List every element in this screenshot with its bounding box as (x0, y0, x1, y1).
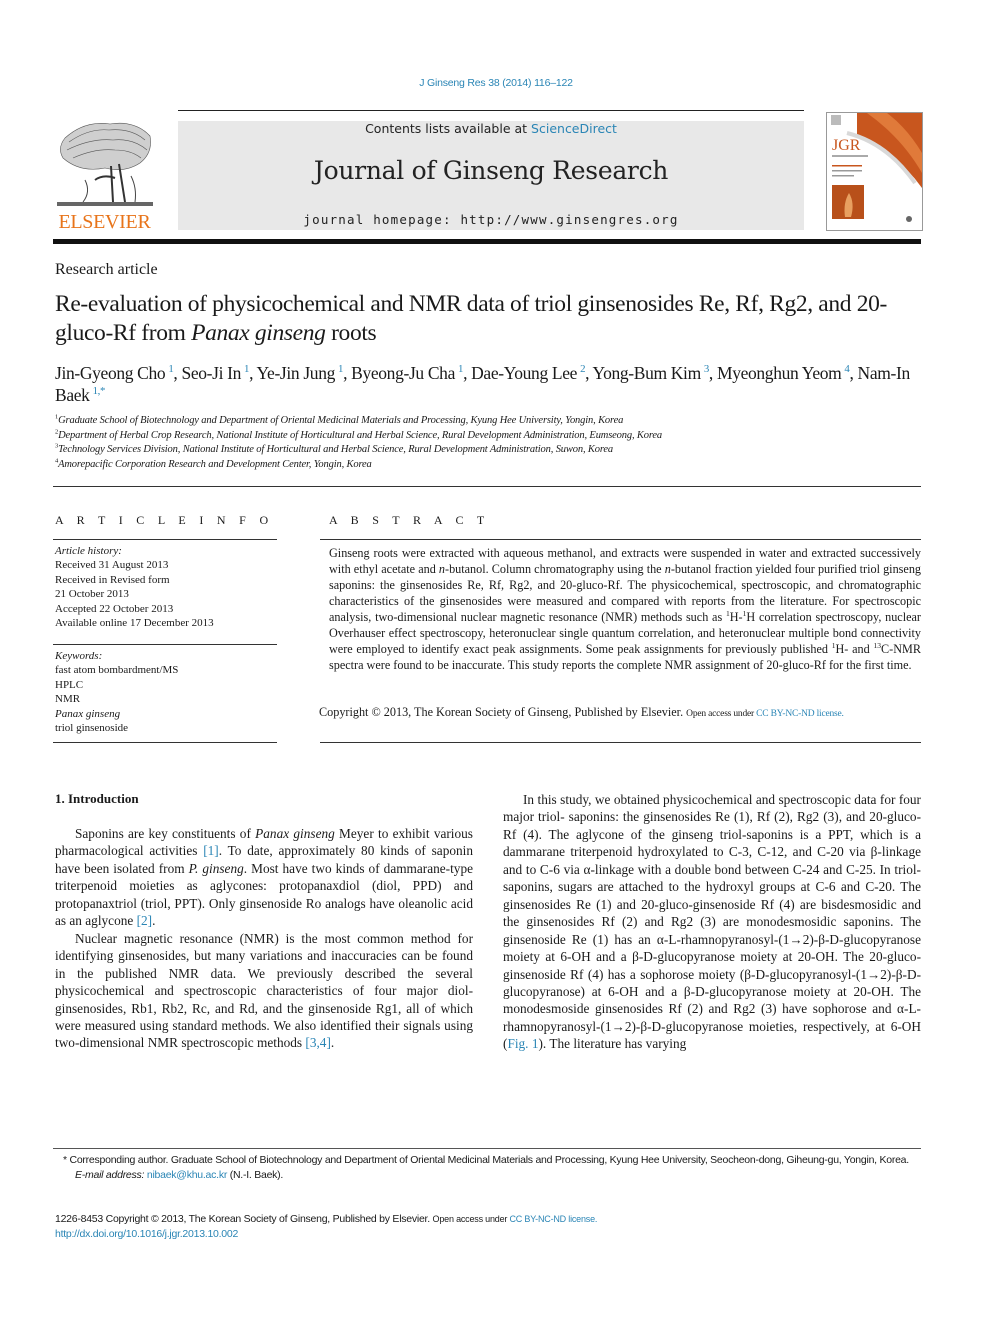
abstract-heading: A B S T R A C T (329, 513, 490, 527)
citation-link[interactable]: [3,4] (305, 1035, 330, 1050)
author-name[interactable]: Jin-Gyeong Cho (55, 363, 166, 383)
contents-prefix: Contents lists available at (365, 121, 532, 136)
title-text-end: roots (325, 320, 377, 346)
history-label: Article history: (55, 545, 122, 557)
corresponding-text: * Corresponding author. Graduate School … (63, 1154, 909, 1166)
citation-link[interactable]: [1] (203, 843, 219, 858)
cover-art-icon: JGR (827, 113, 922, 230)
journal-banner: Contents lists available at ScienceDirec… (178, 121, 804, 230)
author-separator: , (463, 363, 472, 383)
section-heading-introduction: 1. Introduction (55, 791, 139, 806)
abstract-rule (320, 539, 921, 541)
cover-jgr-label: JGR (832, 137, 861, 154)
email-suffix: (N.-I. Baek). (227, 1168, 284, 1181)
intro-paragraph-3: In this study, we obtained physicochemic… (503, 792, 921, 1052)
history-entry: Received 31 August 2013 (55, 559, 169, 572)
affiliation: 3Technology Services Division, National … (55, 443, 935, 458)
keyword[interactable]: NMR (55, 692, 285, 706)
author-list: Jin-Gyeong Cho 1, Seo-Ji In 1, Ye-Jin Jung… (55, 362, 935, 406)
copyright-text: Copyright © 2013, The Korean Society of … (319, 705, 687, 719)
issn-copyright-line: 1226-8453 Copyright © 2013, The Korean S… (55, 1213, 598, 1225)
license-link[interactable]: CC BY-NC-ND license. (756, 709, 844, 719)
keyword[interactable]: fast atom bombardment/MS (55, 663, 285, 677)
affiliation-text: Department of Herbal Crop Research, Nati… (58, 429, 663, 441)
body-column-right: In this study, we obtained physicochemic… (503, 791, 921, 1053)
author-separator: , (343, 363, 352, 383)
article-history: Article history: Received 31 August 2013… (55, 544, 285, 630)
journal-citation[interactable]: J Ginseng Res 38 (2014) 116–122 (0, 77, 992, 89)
author-name[interactable]: Ye-Jin Jung (257, 363, 336, 383)
license-link-footer[interactable]: CC BY-NC-ND license. (510, 1214, 598, 1224)
abstract-bottom-rule (320, 742, 921, 744)
journal-title: Journal of Ginseng Research (313, 156, 669, 185)
history-entry: Accepted 22 October 2013 (55, 602, 174, 615)
author-affiliation-marker[interactable]: 1,* (93, 385, 106, 397)
affiliation-list: 1Graduate School of Biotechnology and De… (55, 414, 935, 472)
history-entry: Received in Revised form (55, 573, 170, 586)
affiliation: 1Graduate School of Biotechnology and De… (55, 414, 935, 429)
author-name[interactable]: Myeonghun Yeom (717, 363, 842, 383)
sciencedirect-link[interactable]: ScienceDirect (531, 121, 617, 136)
article-type: Research article (55, 261, 158, 278)
author-name[interactable]: Yong-Bum Kim (593, 363, 702, 383)
email-link[interactable]: nibaek@khu.ac.kr (147, 1169, 227, 1181)
history-entry: 21 October 2013 (55, 588, 129, 601)
affiliation-text: Amorepacific Corporation Research and De… (58, 458, 372, 470)
elsevier-tree-icon (55, 118, 155, 210)
article-title: Re-evaluation of physicochemical and NMR… (55, 290, 935, 348)
affiliation-text: Graduate School of Biotechnology and Dep… (58, 415, 624, 426)
author-name[interactable]: Dae-Young Lee (471, 363, 577, 383)
affiliation-text: Technology Services Division, National I… (58, 444, 614, 455)
email-label: E-mail address: (75, 1168, 147, 1181)
abstract-text: Ginseng roots were extracted with aqueou… (329, 546, 922, 672)
keywords-rule (53, 644, 277, 646)
intro-paragraph-1: Saponins are key constituents of Panax g… (55, 826, 474, 929)
keyword[interactable]: HPLC (55, 678, 285, 692)
abstract-copyright: Copyright © 2013, The Korean Society of … (319, 705, 924, 720)
article-info-bottom-rule (53, 742, 277, 744)
corresponding-author-footnote: * Corresponding author. Graduate School … (55, 1153, 921, 1182)
author-separator: , (249, 363, 257, 383)
author-separator: , (708, 363, 717, 383)
title-text: Re-evaluation of physicochemical and NMR… (55, 291, 887, 346)
journal-cover-thumbnail[interactable]: JGR (826, 112, 923, 231)
homepage-label: journal homepage: (303, 212, 461, 227)
email-line: E-mail address: nibaek@khu.ac.kr (N.-I. … (55, 1168, 921, 1183)
intro-paragraph-2: Nuclear magnetic resonance (NMR) is the … (55, 930, 473, 1051)
figure-link[interactable]: Fig. 1 (507, 1036, 538, 1051)
title-rule (53, 486, 921, 488)
author-name[interactable]: Seo-Ji In (181, 363, 241, 383)
header-rule (178, 110, 804, 112)
issn-block: 1226-8453 Copyright © 2013, The Korean S… (55, 1212, 921, 1241)
affiliation: 4Amorepacific Corporation Research and D… (55, 457, 935, 473)
article-info-heading: A R T I C L E I N F O (55, 513, 274, 527)
history-entry: Available online 17 December 2013 (55, 617, 214, 630)
author-name[interactable]: Byeong-Ju Cha (351, 363, 455, 383)
footnote-rule (53, 1148, 921, 1149)
keywords: Keywords: fast atom bombardment/MS HPLC NM… (55, 649, 285, 735)
keyword[interactable]: Panax ginseng (55, 707, 285, 721)
author-separator: , (849, 363, 858, 383)
contents-availability: Contents lists available at ScienceDirec… (178, 121, 804, 136)
citation-link[interactable]: [2] (137, 913, 153, 928)
journal-homepage: journal homepage: http://www.ginsengres.… (178, 212, 804, 227)
title-species: Panax ginseng (191, 320, 326, 346)
article-info-rule (53, 539, 277, 541)
elsevier-wordmark: ELSEVIER (58, 211, 151, 233)
elsevier-logo[interactable]: ELSEVIER (52, 118, 157, 234)
keywords-label: Keywords: (55, 650, 103, 662)
open-access-label: Open access under (686, 709, 757, 719)
author-separator: , (585, 363, 593, 383)
affiliation: 2Department of Herbal Crop Research, Nat… (55, 428, 935, 444)
keyword[interactable]: triol ginsenoside (55, 721, 285, 735)
homepage-url[interactable]: http://www.ginsengres.org (460, 212, 678, 227)
body-column-left: Saponins are key constituents of Panax g… (55, 825, 473, 1052)
doi-link[interactable]: http://dx.doi.org/10.1016/j.jgr.2013.10.… (55, 1228, 238, 1240)
header-thick-rule (53, 239, 921, 244)
